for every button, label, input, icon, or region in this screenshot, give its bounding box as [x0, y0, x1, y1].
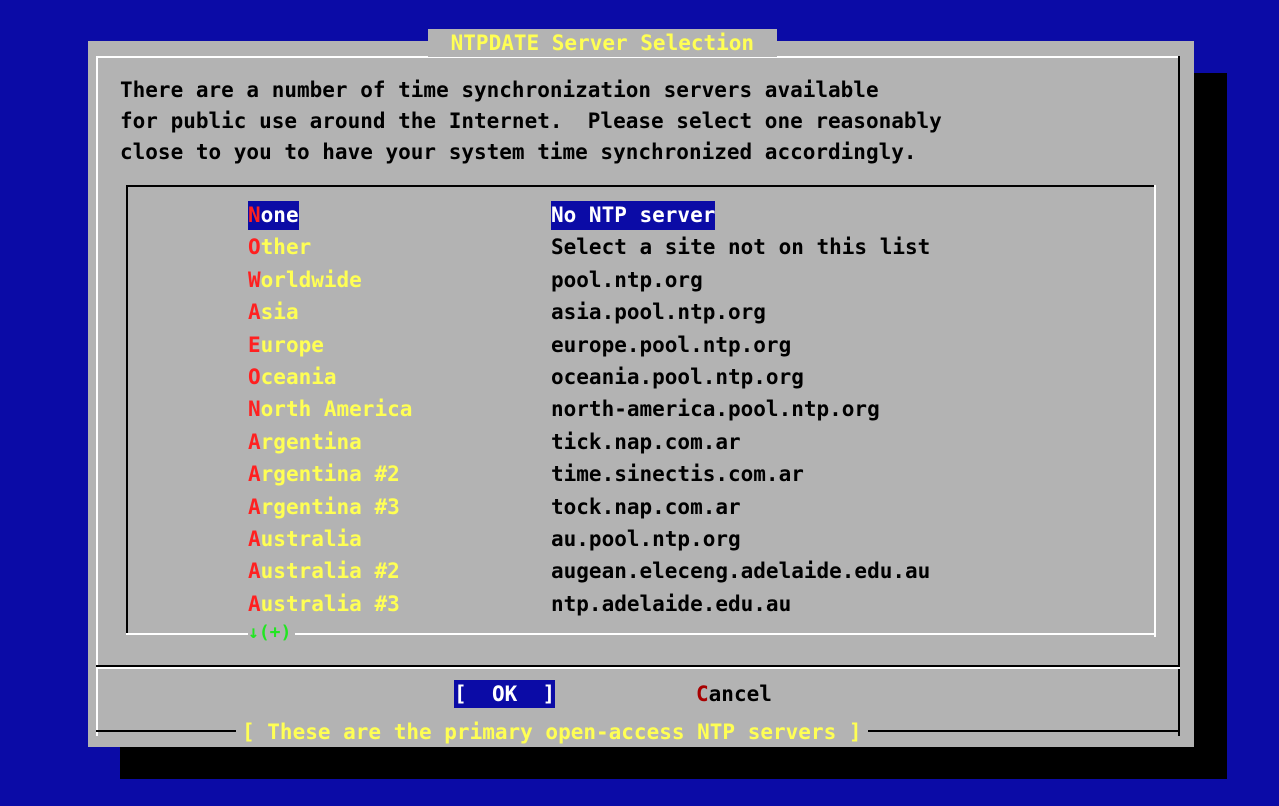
list-item-tag-label: ustralia [260, 527, 362, 551]
list-frame-right [1154, 185, 1156, 637]
list-item-description[interactable]: ntp.adelaide.edu.au [551, 590, 791, 619]
list-item-tag[interactable]: Other [248, 233, 311, 262]
list-item-description[interactable]: europe.pool.ntp.org [551, 331, 791, 360]
intro-line: close to you to have your system time sy… [120, 140, 917, 164]
list-item-tag[interactable]: Asia [248, 298, 299, 327]
cancel-hotkey: C [696, 682, 709, 706]
list-item-tag[interactable]: Worldwide [248, 266, 362, 295]
cancel-label: ancel [708, 682, 772, 706]
intro-line: There are a number of time synchronizati… [120, 78, 879, 102]
ok-bracket-left: [ [454, 682, 492, 706]
list-item-tag[interactable]: Argentina #2 [248, 460, 400, 489]
list-item-hotkey: A [248, 462, 261, 486]
list-item-description[interactable]: tock.nap.com.ar [551, 493, 741, 522]
list-item-tag-label: ustralia #2 [260, 559, 400, 583]
list-item-tag-label: urope [260, 333, 324, 357]
list-item-hotkey: W [248, 268, 261, 292]
intro-line: for public use around the Internet. Plea… [120, 109, 942, 133]
list-item-tag-label: rgentina #3 [260, 495, 400, 519]
list-item-description[interactable]: No NTP server [551, 201, 716, 230]
list-item-tag[interactable]: Argentina #3 [248, 493, 400, 522]
list-item-tag-label: orth America [260, 397, 413, 421]
cancel-button[interactable]: Cancel [696, 680, 772, 708]
list-item-description[interactable]: tick.nap.com.ar [551, 428, 741, 457]
scroll-more-indicator[interactable]: ↓(+) [248, 619, 296, 647]
list-item-tag-label: ustralia #3 [260, 592, 400, 616]
list-item-tag-label: one [260, 203, 299, 227]
list-item-tag[interactable]: Argentina [248, 428, 362, 457]
list-item-tag[interactable]: Australia #2 [248, 557, 400, 586]
list-item-tag[interactable]: Oceania [248, 363, 337, 392]
list-item-description[interactable]: augean.eleceng.adelaide.edu.au [551, 557, 930, 586]
button-separator-light [96, 667, 1180, 669]
list-item-description[interactable]: oceania.pool.ntp.org [551, 363, 804, 392]
list-item-tag[interactable]: Australia [248, 525, 362, 554]
list-item-description[interactable]: time.sinectis.com.ar [551, 460, 804, 489]
list-frame-left [126, 185, 128, 635]
ok-button[interactable]: [ OK ] [454, 680, 556, 708]
ntpdate-dialog: NTPDATE Server Selection There are a num… [88, 29, 1194, 747]
ok-label: OK [491, 682, 518, 706]
list-item-hotkey: A [248, 430, 261, 454]
dialog-title: NTPDATE Server Selection [428, 29, 777, 57]
list-item-tag[interactable]: None [248, 201, 299, 230]
list-frame-top [126, 185, 1156, 187]
list-item-hotkey: A [248, 559, 261, 583]
list-item-hotkey: A [248, 300, 261, 324]
list-item-tag-label: orldwide [260, 268, 362, 292]
footer-hint: [ These are the primary open-access NTP … [236, 718, 868, 746]
frame-left [96, 56, 98, 736]
list-item-description[interactable]: north-america.pool.ntp.org [551, 395, 880, 424]
list-item-hotkey: A [248, 495, 261, 519]
list-item-tag-label: rgentina [260, 430, 362, 454]
list-item-hotkey: O [248, 235, 261, 259]
intro-text: There are a number of time synchronizati… [120, 75, 1180, 168]
list-item-hotkey: A [248, 527, 261, 551]
list-item-tag[interactable]: Australia #3 [248, 590, 400, 619]
list-item-hotkey: N [248, 397, 261, 421]
list-item-description[interactable]: asia.pool.ntp.org [551, 298, 766, 327]
list-item-tag-label: rgentina #2 [260, 462, 400, 486]
list-item-hotkey: A [248, 592, 261, 616]
list-item-hotkey: O [248, 365, 261, 389]
list-item-tag-label: ceania [260, 365, 337, 389]
list-item-description[interactable]: Select a site not on this list [551, 233, 930, 262]
list-item-tag[interactable]: North America [248, 395, 412, 424]
list-item-description[interactable]: pool.ntp.org [551, 266, 703, 295]
list-item-hotkey: N [248, 203, 261, 227]
ok-bracket-right: ] [517, 682, 556, 706]
list-item-description[interactable]: au.pool.ntp.org [551, 525, 741, 554]
list-item-tag-label: sia [260, 300, 299, 324]
list-item-tag[interactable]: Europe [248, 331, 324, 360]
list-item-tag-label: ther [260, 235, 312, 259]
list-item-hotkey: E [248, 333, 261, 357]
